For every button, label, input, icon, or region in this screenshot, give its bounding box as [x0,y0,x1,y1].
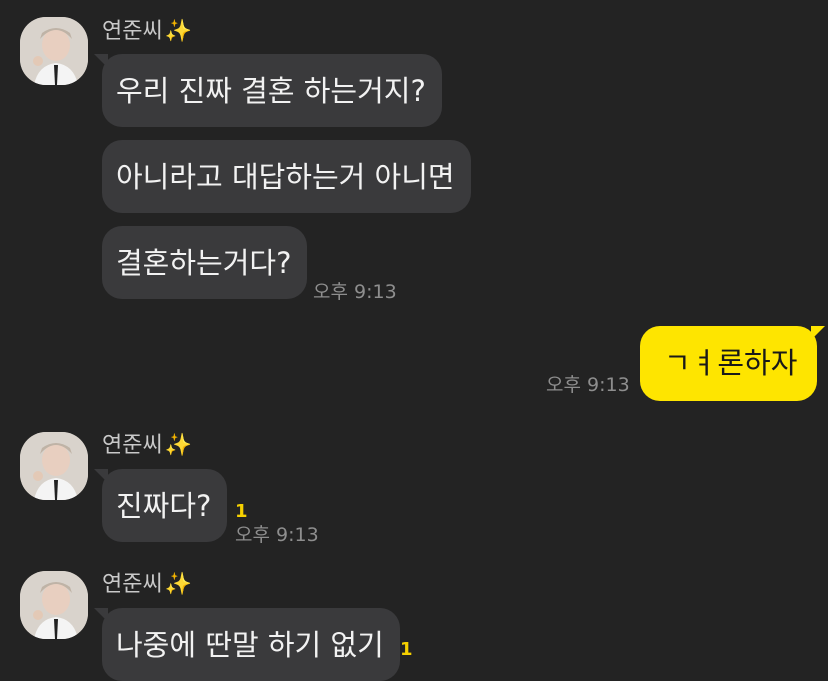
sparkles-icon: ✨ [164,433,193,458]
sender-name-text: 연준씨 [102,572,163,597]
my-message-bubble[interactable]: ㄱㅕ론하자 [640,326,826,401]
message-text: 결혼하는거다? [116,246,292,280]
message-text: ㄱㅕ론하자 [664,346,798,380]
sender-name: 연준씨 ✨ [102,432,192,460]
avatar[interactable] [20,17,88,85]
message-time: 오후 9:13 [235,524,319,546]
sender-name: 연준씨 ✨ [102,18,192,46]
message-text: 진짜다? [116,489,212,523]
message-bubble[interactable]: 나중에 딴말 하기 없기 [94,608,400,681]
avatar[interactable] [20,432,88,500]
sparkles-icon: ✨ [164,572,193,597]
message-bubble[interactable]: 결혼하는거다? [102,226,308,299]
message-bubble[interactable]: 아니라고 대답하는거 아니면 [102,140,471,213]
message-text: 우리 진짜 결혼 하는거지? [116,74,426,108]
message-text: 아니라고 대답하는거 아니면 [116,160,455,194]
message-bubble[interactable]: 진짜다? [93,469,228,542]
avatar-photo [20,432,88,500]
avatar-photo [20,571,88,639]
avatar[interactable] [20,571,88,639]
sender-name: 연준씨 ✨ [102,571,192,599]
unread-count: 1 [400,639,413,660]
sparkles-icon: ✨ [164,19,193,44]
avatar-photo [20,17,88,85]
message-time: 오후 9:13 [546,374,630,396]
unread-count: 1 [235,501,248,522]
sender-name-text: 연준씨 [102,19,163,44]
sender-name-text: 연준씨 [102,433,163,458]
message-bubble[interactable]: 우리 진짜 결혼 하는거지? [94,54,442,127]
message-time: 오후 9:13 [313,281,397,303]
